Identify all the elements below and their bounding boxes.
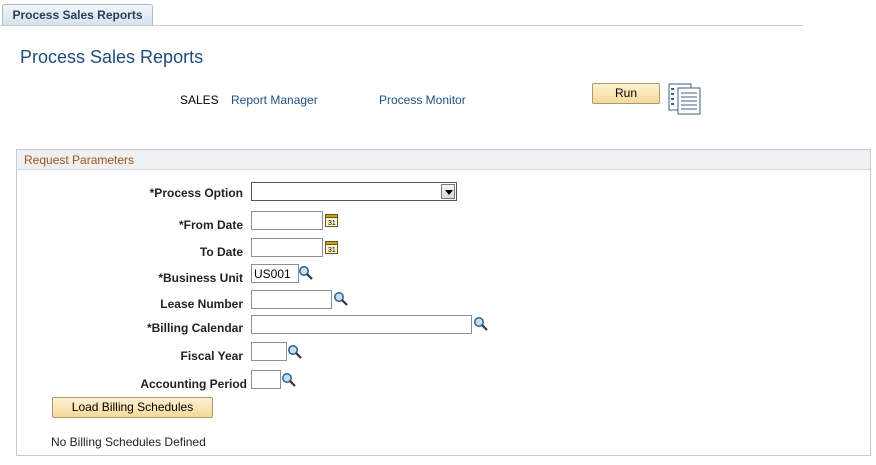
tab-process-sales-reports[interactable]: Process Sales Reports (2, 4, 153, 25)
process-monitor-link[interactable]: Process Monitor (379, 93, 466, 107)
from-date-input[interactable] (251, 211, 323, 230)
load-billing-schedules-button[interactable]: Load Billing Schedules (52, 397, 213, 418)
magnifier-icon[interactable] (287, 344, 303, 360)
run-button[interactable]: Run (592, 83, 660, 104)
fiscal-year-label: Fiscal Year (180, 349, 244, 363)
business-unit-input[interactable] (251, 264, 299, 283)
process-option-select[interactable] (251, 182, 457, 201)
lease-number-label: Lease Number (160, 297, 243, 311)
magnifier-icon[interactable] (298, 265, 314, 281)
from-date-label: *From Date (178, 218, 243, 232)
group-title: Request Parameters (24, 153, 135, 167)
request-parameters-group: Request Parameters *Process Option *From… (16, 149, 871, 456)
accounting-period-label: Accounting Period (140, 377, 247, 391)
process-option-label: *Process Option (149, 186, 243, 200)
accounting-period-input[interactable] (251, 370, 281, 389)
chevron-down-icon[interactable] (441, 184, 455, 199)
business-unit-label: *Business Unit (158, 271, 243, 285)
magnifier-icon[interactable] (333, 291, 349, 307)
billing-schedules-status: No Billing Schedules Defined (51, 435, 206, 449)
magnifier-icon[interactable] (473, 316, 489, 332)
magnifier-icon[interactable] (281, 372, 297, 388)
to-date-label: To Date (199, 245, 243, 259)
svg-text:31: 31 (328, 247, 336, 254)
calendar-icon[interactable]: 31 (324, 212, 340, 228)
group-header: Request Parameters (17, 150, 870, 170)
billing-calendar-input[interactable] (251, 315, 472, 334)
report-manager-link[interactable]: Report Manager (231, 93, 318, 107)
run-control-id: SALES (180, 93, 219, 107)
billing-calendar-label: *Billing Calendar (146, 321, 243, 335)
lease-number-input[interactable] (251, 290, 332, 309)
page-title: Process Sales Reports (20, 47, 204, 67)
calendar-icon[interactable]: 31 (324, 239, 340, 255)
fiscal-year-input[interactable] (251, 342, 287, 361)
process-list-icon[interactable] (668, 83, 702, 115)
svg-text:31: 31 (328, 220, 336, 227)
tab-divider (0, 25, 803, 26)
to-date-input[interactable] (251, 238, 323, 257)
